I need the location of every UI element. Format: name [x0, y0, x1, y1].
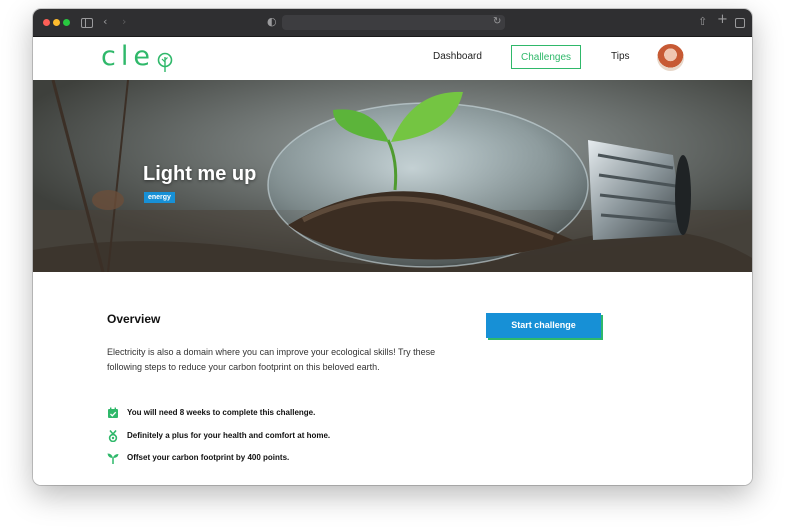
back-arrow-icon[interactable]: ‹: [103, 15, 107, 29]
nav-tips-link[interactable]: Tips: [611, 45, 630, 69]
close-window-button[interactable]: [43, 19, 50, 26]
category-tag[interactable]: energy: [144, 192, 175, 203]
nav-challenges-link[interactable]: Challenges: [511, 45, 581, 69]
logo-sprout-icon: [157, 52, 173, 72]
site-navbar: cle Dashboard Challenges Tips: [33, 37, 752, 80]
zoom-window-button[interactable]: [63, 19, 70, 26]
privacy-shield-icon[interactable]: ◐: [267, 15, 277, 29]
share-icon[interactable]: ⇧: [698, 15, 707, 29]
sprout-icon: [107, 453, 119, 464]
nav-dashboard-link[interactable]: Dashboard: [433, 45, 482, 69]
reload-icon[interactable]: ↻: [493, 15, 501, 29]
address-bar[interactable]: [282, 15, 505, 30]
challenge-overview-section: Overview Electricity is also a domain wh…: [33, 272, 752, 485]
calendar-check-icon: [108, 407, 118, 418]
overview-heading: Overview: [107, 312, 161, 326]
new-tab-icon[interactable]: +: [717, 13, 728, 27]
overview-description: Electricity is also a domain where you c…: [107, 347, 436, 372]
start-challenge-button[interactable]: Start challenge: [486, 313, 601, 338]
user-avatar[interactable]: [657, 44, 684, 71]
sidebar-toggle-icon[interactable]: [81, 18, 93, 28]
minimize-window-button[interactable]: [53, 19, 60, 26]
benefit-text: Definitely a plus for your health and co…: [127, 431, 331, 440]
hero-banner: Light me up energy: [33, 80, 752, 272]
hero-lightbulb-image: [33, 80, 752, 272]
cleo-logo[interactable]: cle: [101, 39, 155, 75]
browser-toolbar: ‹ › ◐ ↻ ⇧ +: [33, 9, 752, 37]
tab-overview-icon[interactable]: [735, 18, 745, 28]
logo-text: cle: [101, 41, 155, 72]
benefit-text: Offset your carbon footprint by 400 poin…: [127, 453, 290, 462]
benefit-text: You will need 8 weeks to complete this c…: [127, 408, 316, 417]
medal-icon: [108, 430, 118, 442]
challenge-title: Light me up: [143, 163, 257, 185]
forward-arrow-icon[interactable]: ›: [122, 15, 126, 29]
browser-window: ‹ › ◐ ↻ ⇧ + cle Dashboard Challenges Tip…: [33, 9, 752, 485]
